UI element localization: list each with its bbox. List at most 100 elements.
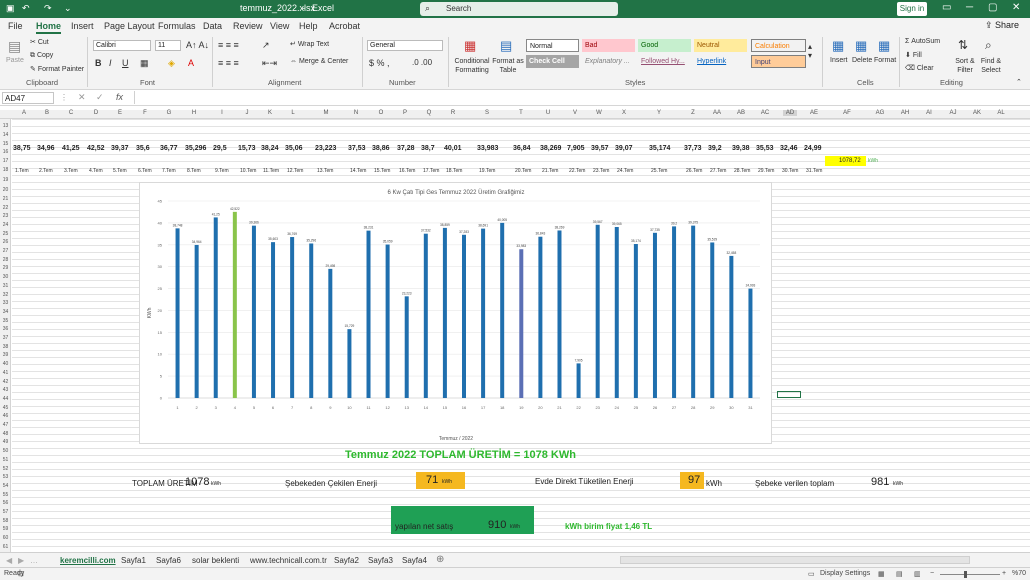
daily-value-cell[interactable]: 39,38	[732, 145, 750, 152]
row-header-16[interactable]: 16	[0, 149, 11, 155]
chart-bar[interactable]	[710, 242, 715, 398]
row-header-57[interactable]: 57	[0, 509, 11, 515]
zoom-in-icon[interactable]: +	[1002, 570, 1006, 577]
row-header-55[interactable]: 55	[0, 492, 11, 498]
daily-value-cell[interactable]: 37,53	[348, 145, 366, 152]
delete-cells-icon[interactable]: ▦	[855, 38, 867, 54]
daily-date-cell[interactable]: 15.Tem	[374, 168, 390, 174]
fill-color-icon[interactable]: ◈	[168, 58, 175, 69]
column-header-AA[interactable]: AA	[710, 110, 724, 116]
column-header-AG[interactable]: AG	[873, 110, 887, 116]
format-cells-icon[interactable]: ▦	[878, 38, 890, 54]
styles-more-icon[interactable]: ▴ ▾	[808, 42, 812, 60]
row-header-14[interactable]: 14	[0, 132, 11, 138]
column-header-K[interactable]: K	[263, 110, 277, 116]
zoom-slider-thumb[interactable]	[964, 571, 967, 578]
daily-date-cell[interactable]: 12.Tem	[287, 168, 303, 174]
minimize-icon[interactable]: ─	[966, 2, 973, 13]
tab-insert[interactable]: Insert	[71, 21, 94, 31]
daily-date-cell[interactable]: 1.Tem	[15, 168, 29, 174]
chart-bar[interactable]	[672, 226, 677, 398]
chart-bar[interactable]	[748, 288, 753, 398]
row-header-48[interactable]: 48	[0, 431, 11, 437]
align-left-icon[interactable]: ≡ ≡ ≡	[218, 58, 239, 68]
format-table-icon[interactable]: ▤	[500, 38, 512, 54]
find-icon[interactable]: ⌕	[985, 38, 992, 53]
daily-value-cell[interactable]: 35,296	[185, 145, 206, 152]
column-header-AH[interactable]: AH	[898, 110, 912, 116]
daily-date-cell[interactable]: 17.Tem	[423, 168, 439, 174]
accessibility-icon[interactable]: ⊡	[18, 570, 24, 578]
daily-date-cell[interactable]: 22.Tem	[569, 168, 585, 174]
row-header-22[interactable]: 22	[0, 205, 11, 211]
chart-bar[interactable]	[538, 236, 543, 398]
style-hyperlink[interactable]: Hyperlink	[694, 55, 747, 68]
daily-date-cell[interactable]: 27.Tem	[710, 168, 726, 174]
chart-bar[interactable]	[232, 211, 237, 398]
collapse-ribbon-icon[interactable]: ⌃	[1016, 78, 1022, 86]
tab-data[interactable]: Data	[203, 21, 222, 31]
row-header-44[interactable]: 44	[0, 396, 11, 402]
column-header-Y[interactable]: Y	[652, 110, 666, 116]
style-explanatory[interactable]: Explanatory ...	[582, 55, 635, 68]
column-header-D[interactable]: D	[89, 110, 103, 116]
chart-bar[interactable]	[251, 225, 256, 398]
daily-value-cell[interactable]: 39,07	[615, 145, 633, 152]
chart-bar[interactable]	[595, 224, 600, 398]
row-header-40[interactable]: 40	[0, 361, 11, 367]
font-color-icon[interactable]: A	[188, 58, 194, 68]
row-header-38[interactable]: 38	[0, 344, 11, 350]
paste-icon[interactable]: ▤	[8, 38, 21, 55]
style-good[interactable]: Good	[638, 39, 691, 52]
column-header-U[interactable]: U	[541, 110, 555, 116]
daily-value-cell[interactable]: 29,5	[213, 145, 227, 152]
sort-filter-icon[interactable]: ⇅	[958, 38, 968, 52]
underline-icon[interactable]: U	[122, 58, 129, 68]
clear-button[interactable]: ⌫ Clear	[905, 64, 934, 72]
grid-drawn-cell[interactable]: 71 kWh	[416, 472, 465, 489]
row-header-24[interactable]: 24	[0, 222, 11, 228]
column-header-Q[interactable]: Q	[422, 110, 436, 116]
daily-date-cell[interactable]: 10.Tem	[240, 168, 256, 174]
insert-cells-button[interactable]: Insert	[830, 57, 848, 64]
chart-bar[interactable]	[328, 268, 333, 398]
row-header-17[interactable]: 17	[0, 158, 11, 164]
daily-value-cell[interactable]: 35,6	[136, 145, 150, 152]
daily-date-cell[interactable]: 30.Tem	[782, 168, 798, 174]
daily-date-cell[interactable]: 24.Tem	[617, 168, 633, 174]
daily-date-cell[interactable]: 5.Tem	[113, 168, 127, 174]
tab-page-layout[interactable]: Page Layout	[104, 21, 155, 31]
chart-bar[interactable]	[309, 243, 314, 398]
zoom-slider[interactable]	[940, 574, 1000, 575]
autosum-button[interactable]: Σ AutoSum	[905, 38, 940, 45]
row-header-29[interactable]: 29	[0, 265, 11, 271]
format-cells-button[interactable]: Format	[874, 57, 896, 64]
row-header-60[interactable]: 60	[0, 535, 11, 541]
daily-value-cell[interactable]: 7,905	[567, 145, 585, 152]
column-header-R[interactable]: R	[446, 110, 460, 116]
bold-icon[interactable]: B	[95, 58, 102, 68]
column-header-W[interactable]: W	[592, 110, 606, 116]
daily-value-cell[interactable]: 40,01	[444, 145, 462, 152]
tab-view[interactable]: View	[270, 21, 289, 31]
daily-date-cell[interactable]: 28.Tem	[734, 168, 750, 174]
search-box[interactable]: ⌕ Search	[420, 2, 618, 16]
chart-bar[interactable]	[347, 329, 352, 398]
column-header-Z[interactable]: Z	[686, 110, 700, 116]
display-settings-icon[interactable]: ▭	[808, 570, 815, 578]
column-header-J[interactable]: J	[240, 110, 254, 116]
row-header-52[interactable]: 52	[0, 466, 11, 472]
font-size-select[interactable]: 11	[155, 40, 181, 51]
column-header-AL[interactable]: AL	[994, 110, 1008, 116]
format-table-button[interactable]: Format as Table	[492, 57, 524, 75]
daily-value-cell[interactable]: 42,52	[87, 145, 105, 152]
maximize-icon[interactable]: ▢	[988, 2, 997, 13]
row-header-15[interactable]: 15	[0, 141, 11, 147]
column-header-A[interactable]: A	[17, 110, 31, 116]
row-header-59[interactable]: 59	[0, 526, 11, 532]
row-header-58[interactable]: 58	[0, 518, 11, 524]
page-layout-view-icon[interactable]: ▤	[896, 570, 903, 578]
column-header-L[interactable]: L	[286, 110, 300, 116]
share-button[interactable]: ⇪ Share	[985, 20, 1025, 32]
tab-acrobat[interactable]: Acrobat	[329, 21, 360, 31]
